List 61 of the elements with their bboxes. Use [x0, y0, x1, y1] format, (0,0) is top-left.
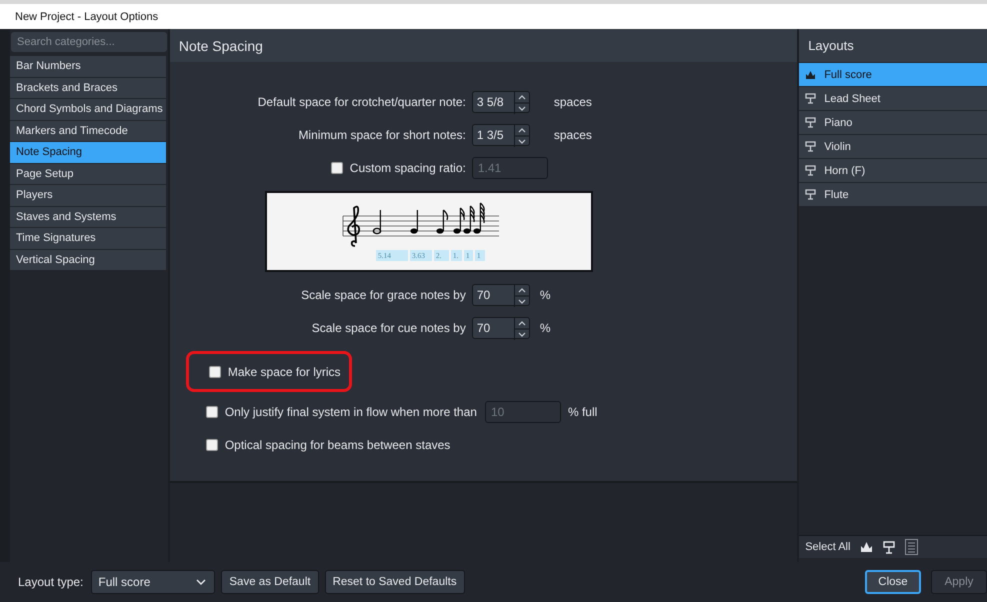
checkbox[interactable]: [206, 406, 218, 418]
music-stand-icon: [805, 93, 816, 104]
layout-type-dropdown[interactable]: Full score: [91, 570, 216, 594]
setting-label: Minimum space for short notes:: [297, 128, 466, 142]
category-item[interactable]: Players: [10, 185, 166, 206]
category-item[interactable]: Staves and Systems: [10, 206, 166, 227]
music-stand-icon: [805, 141, 816, 152]
crown-icon[interactable]: [860, 541, 874, 553]
unit-label: %: [540, 288, 551, 302]
category-item[interactable]: Chord Symbols and Diagrams: [10, 99, 166, 120]
category-item[interactable]: Markers and Timecode: [10, 120, 166, 141]
number-spinner[interactable]: 70: [472, 317, 530, 339]
music-stand-icon: [805, 189, 816, 200]
chevron-down-icon: [196, 579, 206, 585]
dialog-button[interactable]: Close: [865, 570, 921, 594]
checkbox[interactable]: [206, 438, 218, 450]
number-spinner[interactable]: 3 5/8: [472, 91, 530, 113]
document-icon[interactable]: [905, 539, 918, 555]
stepper-arrows-icon[interactable]: [514, 125, 529, 147]
music-stand-icon: [805, 117, 816, 128]
stepper-arrows-icon[interactable]: [514, 285, 529, 307]
category-item[interactable]: Bar Numbers: [10, 56, 166, 76]
footer-button[interactable]: Reset to Saved Defaults: [324, 570, 465, 594]
crown-icon: [805, 70, 816, 80]
music-stand-icon[interactable]: [883, 540, 896, 554]
setting-label: Default space for crotchet/quarter note:: [256, 95, 466, 109]
layout-item[interactable]: Horn (F): [799, 159, 987, 182]
layouts-title: Layouts: [808, 38, 854, 53]
footer-button[interactable]: Save as Default: [221, 570, 319, 594]
section-title: Note Spacing: [178, 38, 263, 54]
layout-item[interactable]: Flute: [799, 183, 987, 206]
stepper-arrows-icon[interactable]: [514, 318, 529, 340]
layout-item[interactable]: Lead Sheet: [799, 87, 987, 110]
setting-label: Custom spacing ratio:: [350, 161, 466, 175]
option-label: Only justify final system in flow when more than: [224, 404, 477, 420]
search-field[interactable]: Search categories...: [11, 32, 167, 52]
music-stand-icon: [805, 165, 816, 176]
checkbox[interactable]: [330, 162, 343, 174]
setting-label: Scale space for grace notes by: [300, 288, 466, 302]
option-label: Optical spacing for beams between staves: [224, 436, 450, 452]
stepper-arrows-icon[interactable]: [514, 92, 529, 114]
unit-label: spaces: [554, 128, 592, 142]
category-item[interactable]: Page Setup: [10, 164, 166, 184]
unit-label: %: [540, 321, 551, 335]
layout-type-label: Layout type:: [18, 575, 84, 589]
layout-item[interactable]: Piano: [799, 111, 987, 134]
select-all-label[interactable]: Select All: [805, 541, 850, 553]
category-item[interactable]: Note Spacing: [10, 142, 166, 162]
number-spinner[interactable]: 1 3/5: [472, 124, 530, 146]
unit-label: % full: [568, 404, 598, 418]
checkbox[interactable]: [208, 366, 221, 378]
layout-item[interactable]: Full score: [799, 63, 987, 86]
category-item[interactable]: Vertical Spacing: [10, 250, 166, 270]
option-label: Make space for lyrics: [228, 364, 341, 380]
setting-label: Scale space for cue notes by: [310, 321, 466, 335]
number-spinner[interactable]: 70: [472, 284, 530, 306]
layout-item[interactable]: Violin: [799, 135, 987, 158]
unit-label: spaces: [554, 95, 592, 109]
category-item[interactable]: Brackets and Braces: [10, 78, 166, 98]
window-title: New Project - Layout Options: [15, 10, 158, 22]
category-item[interactable]: Time Signatures: [10, 228, 166, 248]
